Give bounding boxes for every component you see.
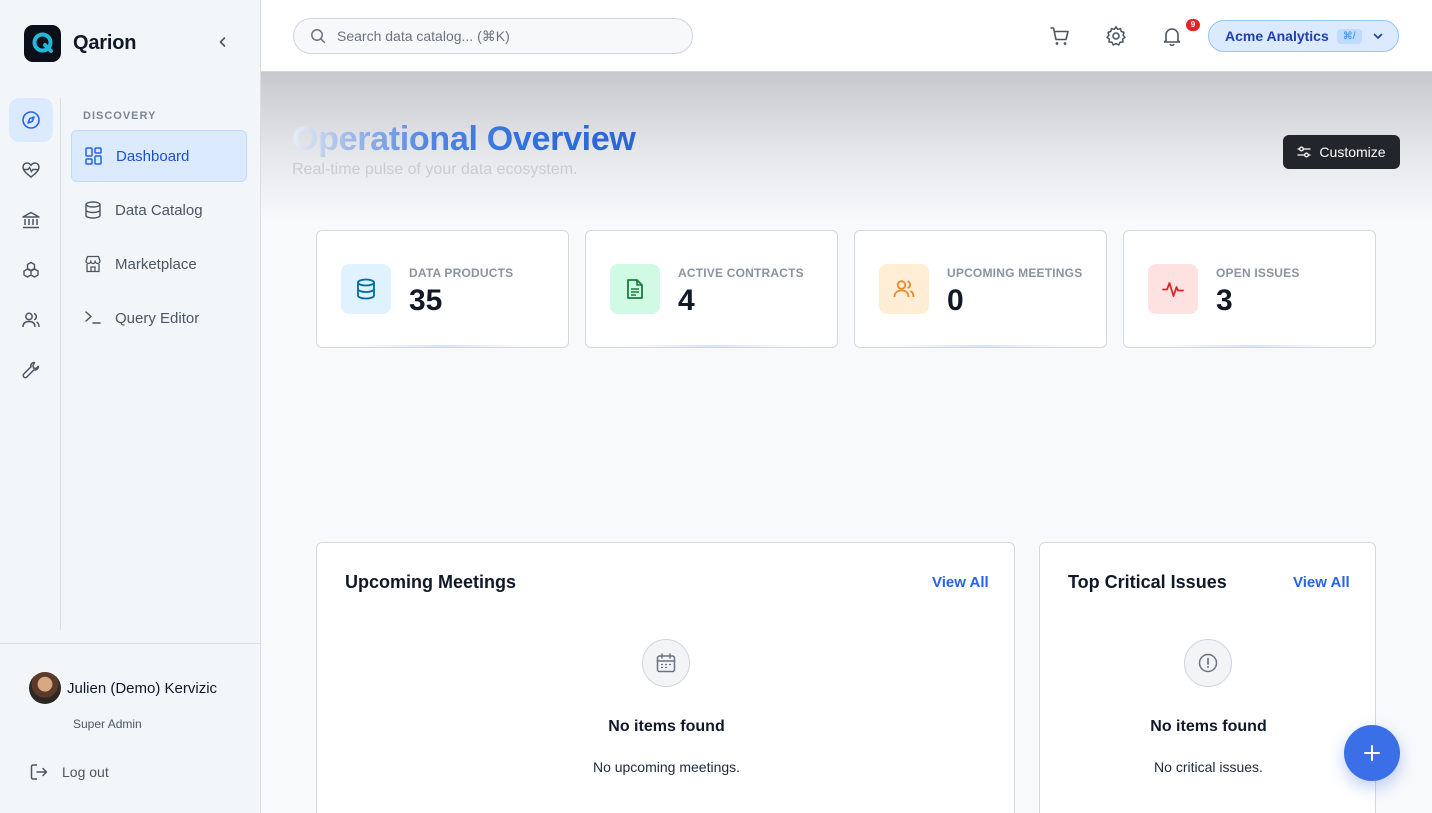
empty-state-title: No items found bbox=[1150, 718, 1267, 735]
activity-icon bbox=[1148, 264, 1198, 314]
notifications-button[interactable] bbox=[1160, 24, 1184, 48]
empty-state-description: No upcoming meetings. bbox=[592, 759, 741, 775]
sidebar-item-label: Data Catalog bbox=[115, 201, 203, 219]
sidebar-item-label: Marketplace bbox=[115, 255, 197, 273]
database-icon bbox=[341, 264, 391, 314]
institution-icon bbox=[22, 211, 40, 229]
cubes-icon bbox=[23, 261, 39, 278]
stat-value: 35 bbox=[409, 284, 443, 317]
stat-value: 4 bbox=[678, 284, 695, 317]
chevron-left-icon bbox=[219, 37, 226, 47]
sidebar-item-label: Dashboard bbox=[116, 147, 190, 165]
settings-button[interactable] bbox=[1104, 24, 1128, 48]
calendar-icon bbox=[642, 639, 690, 687]
sidebar-item-marketplace[interactable]: Marketplace bbox=[71, 238, 247, 290]
workspace-switcher[interactable]: Acme Analytics ⌘/ bbox=[1208, 20, 1399, 52]
collapse-sidebar-button[interactable] bbox=[213, 32, 233, 52]
bell-icon bbox=[1163, 28, 1181, 47]
panel-title: Upcoming Meetings bbox=[345, 572, 517, 592]
nav-section-label: DISCOVERY bbox=[83, 110, 157, 122]
heart-pulse-icon bbox=[22, 162, 40, 178]
stat-label: ACTIVE CONTRACTS bbox=[678, 266, 804, 280]
user-name: Julien (Demo) Kervizic bbox=[67, 679, 218, 697]
dashboard-icon bbox=[85, 147, 102, 165]
customize-label: Customize bbox=[1319, 144, 1386, 160]
sidebar-item-data-catalog[interactable]: Data Catalog bbox=[71, 184, 247, 236]
chevron-down-icon bbox=[1373, 33, 1382, 39]
stat-label: UPCOMING MEETINGS bbox=[947, 266, 1083, 280]
user-role: Super Admin bbox=[73, 717, 142, 731]
stat-card-upcoming-meetings[interactable]: UPCOMING MEETINGS 0 bbox=[854, 230, 1107, 348]
customize-button[interactable]: Customize bbox=[1283, 135, 1400, 169]
search-input[interactable] bbox=[337, 28, 667, 44]
rail-discovery[interactable] bbox=[9, 98, 53, 142]
notification-badge: 9 bbox=[1186, 19, 1200, 31]
store-icon bbox=[85, 255, 101, 273]
sidebar-item-label: Query Editor bbox=[115, 309, 200, 327]
top-bar: 9 Acme Analytics ⌘/ bbox=[261, 0, 1432, 72]
users-icon bbox=[22, 312, 40, 328]
sidebar: Qarion DISCOVERY Dashboard Data Catalog … bbox=[0, 0, 261, 813]
empty-state-title: No items found bbox=[608, 718, 725, 735]
alert-circle-icon bbox=[1184, 639, 1232, 687]
terminal-icon bbox=[85, 311, 101, 324]
cart-button[interactable] bbox=[1048, 24, 1072, 48]
sidebar-divider bbox=[0, 643, 260, 644]
stat-card-data-products[interactable]: DATA PRODUCTS 35 bbox=[316, 230, 569, 348]
stat-label: DATA PRODUCTS bbox=[409, 266, 514, 280]
stat-card-open-issues[interactable]: OPEN ISSUES 3 bbox=[1123, 230, 1376, 348]
rail-tools[interactable] bbox=[9, 348, 53, 392]
brand-logo-icon bbox=[24, 24, 61, 62]
rail-governance[interactable] bbox=[9, 198, 53, 242]
brand-name: Qarion bbox=[73, 31, 137, 54]
search-box bbox=[293, 18, 693, 54]
compass-icon bbox=[22, 111, 40, 129]
user-profile[interactable]: Julien (Demo) Kervizic bbox=[29, 672, 217, 704]
workspace-name: Acme Analytics bbox=[1225, 28, 1329, 44]
critical-issues-panel: Top Critical Issues View All No items fo… bbox=[1039, 542, 1376, 813]
logout-button[interactable]: Log out bbox=[29, 762, 109, 782]
panel-title: Top Critical Issues bbox=[1068, 572, 1227, 592]
search-icon bbox=[311, 29, 326, 44]
view-all-issues-link[interactable]: View All bbox=[1293, 574, 1350, 591]
view-all-meetings-link[interactable]: View All bbox=[932, 574, 989, 591]
stat-card-active-contracts[interactable]: ACTIVE CONTRACTS 4 bbox=[585, 230, 838, 348]
stat-value: 0 bbox=[947, 284, 964, 317]
sidebar-item-query-editor[interactable]: Query Editor bbox=[71, 292, 247, 344]
rail-products[interactable] bbox=[9, 248, 53, 292]
workspace-shortcut: ⌘/ bbox=[1336, 28, 1362, 44]
avatar bbox=[29, 672, 61, 704]
sliders-icon bbox=[1297, 146, 1312, 158]
wrench-icon bbox=[22, 361, 40, 379]
logout-label: Log out bbox=[62, 764, 109, 780]
stat-value: 3 bbox=[1216, 284, 1233, 317]
rail-health[interactable] bbox=[9, 148, 53, 192]
empty-state-description: No critical issues. bbox=[1154, 759, 1263, 775]
icon-rail bbox=[0, 98, 61, 630]
upcoming-meetings-panel: Upcoming Meetings View All No items foun… bbox=[316, 542, 1015, 813]
logout-icon bbox=[30, 764, 48, 780]
add-fab-button[interactable] bbox=[1344, 725, 1400, 781]
stat-label: OPEN ISSUES bbox=[1216, 266, 1300, 280]
cart-icon bbox=[1050, 27, 1069, 45]
sidebar-item-dashboard[interactable]: Dashboard bbox=[71, 130, 247, 182]
brand[interactable]: Qarion bbox=[24, 24, 137, 62]
rail-people[interactable] bbox=[9, 298, 53, 342]
document-icon bbox=[610, 264, 660, 314]
database-icon bbox=[85, 201, 101, 219]
plus-icon bbox=[1364, 745, 1380, 761]
gear-icon bbox=[1106, 26, 1126, 46]
users-icon bbox=[879, 264, 929, 314]
sidebar-nav: DISCOVERY Dashboard Data Catalog Marketp… bbox=[71, 110, 247, 327]
page-title: Operational Overview bbox=[292, 120, 636, 158]
page-subtitle: Real-time pulse of your data ecosystem. bbox=[292, 161, 578, 178]
